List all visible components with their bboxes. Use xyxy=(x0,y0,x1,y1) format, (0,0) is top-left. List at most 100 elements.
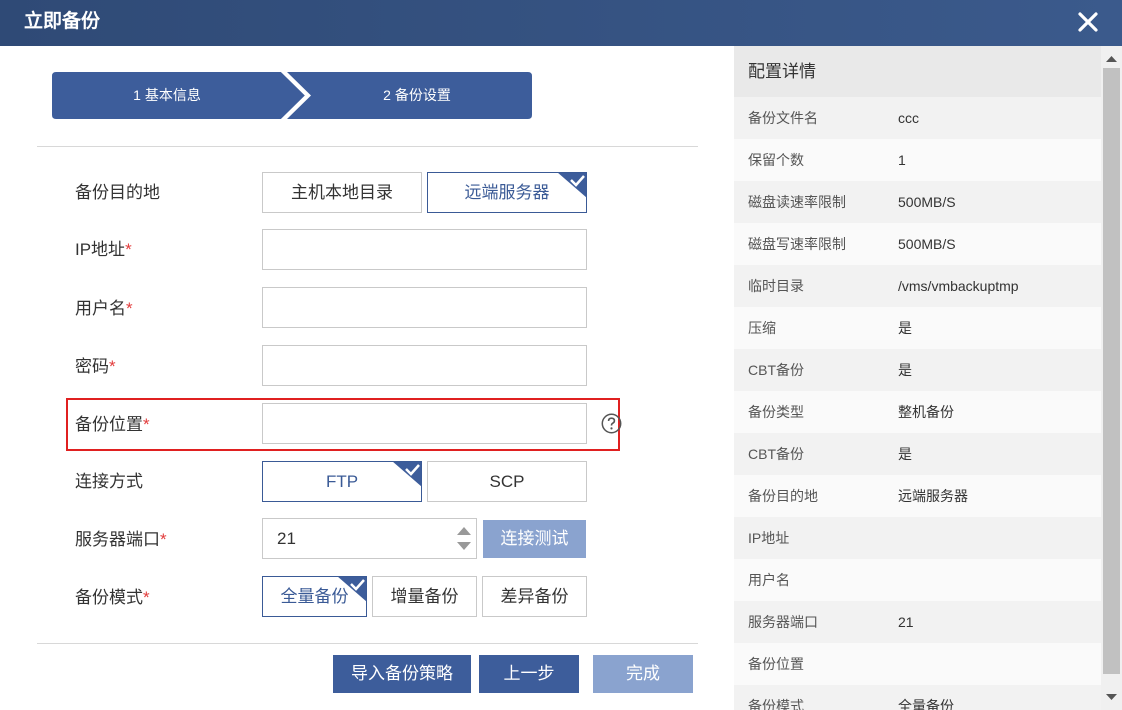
option-incremental-backup-label: 增量备份 xyxy=(390,587,459,606)
detail-value: 21 xyxy=(898,614,914,630)
scroll-down-icon[interactable] xyxy=(1106,693,1117,701)
port-label-text: 服务器端口 xyxy=(75,530,160,549)
detail-row: CBT备份 是 xyxy=(734,349,1101,391)
location-input[interactable] xyxy=(262,403,587,444)
required-mark: * xyxy=(126,299,133,318)
detail-row: 保留个数 1 xyxy=(734,139,1101,181)
option-local-dir-label: 主机本地目录 xyxy=(291,183,393,202)
divider-top xyxy=(37,146,698,147)
test-connection-button[interactable]: 连接测试 xyxy=(483,520,586,558)
detail-row: 压缩 是 xyxy=(734,307,1101,349)
option-ftp[interactable]: FTP xyxy=(262,461,422,502)
connection-label: 连接方式 xyxy=(75,472,143,491)
detail-key: 临时目录 xyxy=(748,278,804,294)
mode-label: 备份模式* xyxy=(75,586,150,610)
step-indicator: 1 基本信息 2 备份设置 xyxy=(52,72,532,119)
required-mark: * xyxy=(143,415,150,434)
detail-key: 备份位置 xyxy=(748,656,804,672)
detail-key: CBT备份 xyxy=(748,446,804,462)
detail-value: 是 xyxy=(898,446,912,462)
detail-key: 压缩 xyxy=(748,320,776,336)
port-stepper[interactable]: 21 xyxy=(262,518,477,559)
ip-label: IP地址* xyxy=(75,238,132,262)
destination-label: 备份目的地 xyxy=(75,183,160,202)
detail-row: 备份类型 整机备份 xyxy=(734,391,1101,433)
close-icon[interactable] xyxy=(1076,10,1100,34)
detail-value: 是 xyxy=(898,320,912,336)
finish-button[interactable]: 完成 xyxy=(593,655,693,693)
detail-row: 用户名 xyxy=(734,559,1101,601)
dialog-title: 立即备份 xyxy=(24,11,101,32)
detail-key: 备份类型 xyxy=(748,404,804,420)
detail-row: 备份目的地 远端服务器 xyxy=(734,475,1101,517)
help-icon[interactable] xyxy=(601,413,622,434)
step-1-label[interactable]: 1 基本信息 xyxy=(52,72,282,119)
detail-row: 临时目录/vms/vmbackuptmp xyxy=(734,265,1101,307)
detail-key: 备份目的地 xyxy=(748,488,818,504)
detail-key: IP地址 xyxy=(748,530,790,546)
detail-key: 磁盘读速率限制 xyxy=(748,194,846,210)
detail-row: 磁盘写速率限制 500MB/S xyxy=(734,223,1101,265)
import-policy-button[interactable]: 导入备份策略 xyxy=(333,655,471,693)
detail-value: /vms/vmbackuptmp xyxy=(898,278,1019,294)
detail-row: CBT备份 是 xyxy=(734,433,1101,475)
option-remote-server[interactable]: 远端服务器 xyxy=(427,172,587,213)
detail-row: IP地址 xyxy=(734,517,1101,559)
required-mark: * xyxy=(143,588,150,607)
detail-value: 500MB/S xyxy=(898,236,956,252)
dialog-titlebar: 立即备份 xyxy=(0,0,1122,46)
option-scp-label: SCP xyxy=(489,472,525,491)
detail-key: 用户名 xyxy=(748,572,790,588)
detail-key: 保留个数 xyxy=(748,152,804,168)
config-details-panel: 配置详情 备份文件名 ccc 保留个数 1 磁盘读速率限制 500MB/S 磁盘写速率限制 5… xyxy=(734,46,1122,710)
detail-key: 服务器端口 xyxy=(748,614,818,630)
scroll-up-icon[interactable] xyxy=(1106,55,1117,63)
previous-step-button[interactable]: 上一步 xyxy=(479,655,579,693)
detail-key: 备份文件名 xyxy=(748,110,818,126)
port-value[interactable]: 21 xyxy=(277,519,296,558)
ip-input[interactable] xyxy=(262,229,587,270)
detail-key: 备份模式 xyxy=(748,698,804,710)
detail-row: 备份文件名 ccc xyxy=(734,97,1101,139)
mode-label-text: 备份模式 xyxy=(75,588,143,607)
detail-key: 磁盘写速率限制 xyxy=(748,236,846,252)
password-input[interactable] xyxy=(262,345,587,386)
detail-key: CBT备份 xyxy=(748,362,804,378)
config-details-title: 配置详情 xyxy=(734,46,1101,97)
required-mark: * xyxy=(160,530,167,549)
username-label: 用户名* xyxy=(75,297,133,321)
detail-row: 备份位置 xyxy=(734,643,1101,685)
detail-value: 是 xyxy=(898,362,912,378)
check-icon xyxy=(558,173,586,198)
check-icon xyxy=(338,577,366,602)
option-remote-server-label: 远端服务器 xyxy=(464,183,550,202)
option-full-backup[interactable]: 全量备份 xyxy=(262,576,367,617)
step-2-label[interactable]: 2 备份设置 xyxy=(302,72,532,119)
location-label: 备份位置* xyxy=(75,413,150,437)
option-incremental-backup[interactable]: 增量备份 xyxy=(372,576,477,617)
detail-value: 全量备份 xyxy=(898,698,954,710)
detail-row: 备份模式 全量备份 xyxy=(734,685,1101,710)
required-mark: * xyxy=(125,240,132,259)
option-scp[interactable]: SCP xyxy=(427,461,587,502)
detail-value: ccc xyxy=(898,110,919,126)
option-differential-backup-label: 差异备份 xyxy=(500,587,569,606)
scrollbar[interactable] xyxy=(1101,46,1122,710)
chevron-up-icon[interactable] xyxy=(456,523,472,539)
option-differential-backup[interactable]: 差异备份 xyxy=(482,576,587,617)
scrollbar-thumb[interactable] xyxy=(1103,68,1120,674)
detail-row: 磁盘读速率限制 500MB/S xyxy=(734,181,1101,223)
detail-value: 1 xyxy=(898,152,906,168)
divider-bottom xyxy=(37,643,698,644)
username-input[interactable] xyxy=(262,287,587,328)
port-label: 服务器端口* xyxy=(75,528,167,552)
ip-label-text: IP地址 xyxy=(75,240,126,259)
detail-value: 远端服务器 xyxy=(898,488,968,504)
option-local-dir[interactable]: 主机本地目录 xyxy=(262,172,422,213)
detail-row: 服务器端口 21 xyxy=(734,601,1101,643)
username-label-text: 用户名 xyxy=(75,299,126,318)
chevron-down-icon[interactable] xyxy=(456,538,472,554)
detail-value: 500MB/S xyxy=(898,194,956,210)
password-label-text: 密码 xyxy=(75,357,109,376)
detail-value: 整机备份 xyxy=(898,404,954,420)
